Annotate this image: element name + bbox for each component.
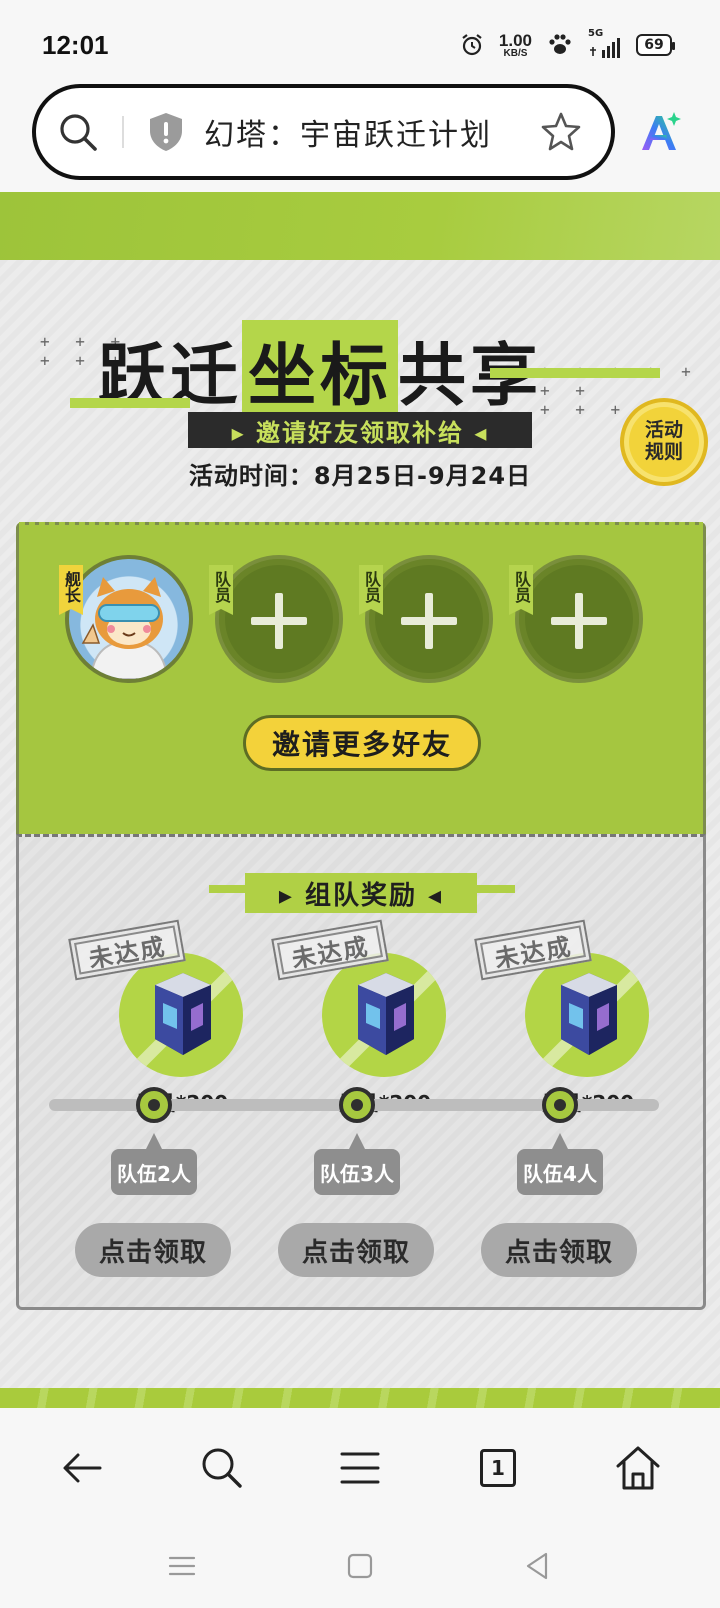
claim-button[interactable]: 点击领取 bbox=[75, 1223, 231, 1277]
member-slot[interactable] bbox=[215, 555, 343, 683]
menu-icon[interactable] bbox=[334, 1442, 386, 1494]
title-decoration bbox=[475, 885, 515, 893]
team-panel: 舰长 队员 队员 队员 邀请更多好友 bbox=[16, 522, 706, 834]
status-icons: 1.00 KB/S 5G 69 bbox=[459, 28, 675, 62]
system-nav-bar bbox=[0, 1530, 720, 1608]
team-size-label: 队伍2人 bbox=[111, 1133, 197, 1195]
headline-accent-bar bbox=[490, 368, 660, 378]
leader-avatar[interactable] bbox=[65, 555, 193, 683]
add-icon-v bbox=[425, 593, 433, 649]
headline-part-2: 坐标 bbox=[242, 319, 399, 419]
battery-indicator: 69 bbox=[636, 34, 675, 56]
shield-icon[interactable] bbox=[146, 110, 186, 154]
search-icon[interactable] bbox=[56, 110, 100, 154]
member-tag: 队员 bbox=[209, 565, 233, 615]
progress-node bbox=[339, 1087, 375, 1123]
claim-button[interactable]: 点击领取 bbox=[481, 1223, 637, 1277]
status-bar: 12:01 1.00 KB/S 5G 69 bbox=[0, 0, 720, 84]
signal-indicator: 5G bbox=[588, 28, 622, 58]
tabs-button[interactable]: 1 bbox=[472, 1442, 524, 1494]
signal-icon bbox=[590, 38, 620, 58]
divider bbox=[122, 116, 124, 148]
address-bar[interactable]: 幻塔：宇宙跃迁计划 bbox=[32, 84, 615, 180]
progress-node bbox=[136, 1087, 172, 1123]
paw-icon bbox=[549, 34, 571, 54]
browser-bottom-nav: 1 bbox=[0, 1408, 720, 1530]
headline: 跃迁 坐标 共享 bbox=[98, 319, 542, 419]
signal-label: 5G bbox=[588, 28, 604, 39]
member-tag: 队员 bbox=[509, 565, 533, 615]
top-banner-strip bbox=[0, 192, 720, 260]
tabs-icon: 1 bbox=[480, 1449, 516, 1487]
event-page: + + ++ + + + + + + + + ++ + + + 跃迁 坐标 共享… bbox=[0, 192, 720, 1408]
net-speed-value: 1.00 bbox=[498, 30, 532, 50]
ink-crystal-icon bbox=[561, 973, 617, 1055]
add-icon-v bbox=[575, 593, 583, 649]
progress-node bbox=[542, 1087, 578, 1123]
activity-time: 活动时间：8月25日-9月24日 bbox=[188, 462, 532, 490]
home-icon[interactable] bbox=[612, 1442, 664, 1494]
subtitle-banner: ▸ 邀请好友领取补给 ◂ bbox=[188, 412, 532, 448]
back-nav-icon[interactable] bbox=[522, 1550, 554, 1582]
team-size-label: 队伍3人 bbox=[314, 1133, 400, 1195]
back-icon[interactable] bbox=[56, 1442, 108, 1494]
recent-apps-icon[interactable] bbox=[166, 1550, 198, 1582]
title-decoration bbox=[209, 885, 249, 893]
page-title[interactable]: 幻塔：宇宙跃迁计划 bbox=[204, 110, 539, 154]
bottom-banner-strip bbox=[0, 1388, 720, 1408]
member-slot[interactable] bbox=[365, 555, 493, 683]
claim-button[interactable]: 点击领取 bbox=[278, 1223, 434, 1277]
net-speed-unit: KB/S bbox=[503, 47, 528, 59]
team-size-label: 队伍4人 bbox=[517, 1133, 603, 1195]
team-rewards-panel: ▸ 组队奖励 ◂ 未达成 墨晶*200 bbox=[16, 834, 706, 1310]
member-tag: 队员 bbox=[359, 565, 383, 615]
headline-accent-bar bbox=[70, 398, 190, 408]
leader-tag: 舰长 bbox=[59, 565, 83, 615]
member-slot[interactable] bbox=[515, 555, 643, 683]
star-icon[interactable] bbox=[539, 110, 583, 154]
ink-crystal-icon bbox=[358, 973, 414, 1055]
ai-assistant-icon[interactable] bbox=[636, 108, 684, 156]
browser-toolbar: 幻塔：宇宙跃迁计划 bbox=[0, 84, 720, 192]
ink-crystal-icon bbox=[155, 973, 211, 1055]
rules-button[interactable]: 活动 规则 bbox=[620, 398, 708, 486]
rewards-title: ▸ 组队奖励 ◂ bbox=[245, 873, 477, 913]
net-speed: 1.00 KB/S bbox=[499, 32, 532, 59]
status-time: 12:01 bbox=[42, 30, 109, 60]
home-nav-icon[interactable] bbox=[344, 1550, 376, 1582]
search-icon[interactable] bbox=[196, 1442, 248, 1494]
add-icon-v bbox=[275, 593, 283, 649]
avatar bbox=[81, 577, 169, 679]
invite-more-friends-button[interactable]: 邀请更多好友 bbox=[243, 715, 481, 771]
alarm-icon bbox=[462, 34, 482, 56]
